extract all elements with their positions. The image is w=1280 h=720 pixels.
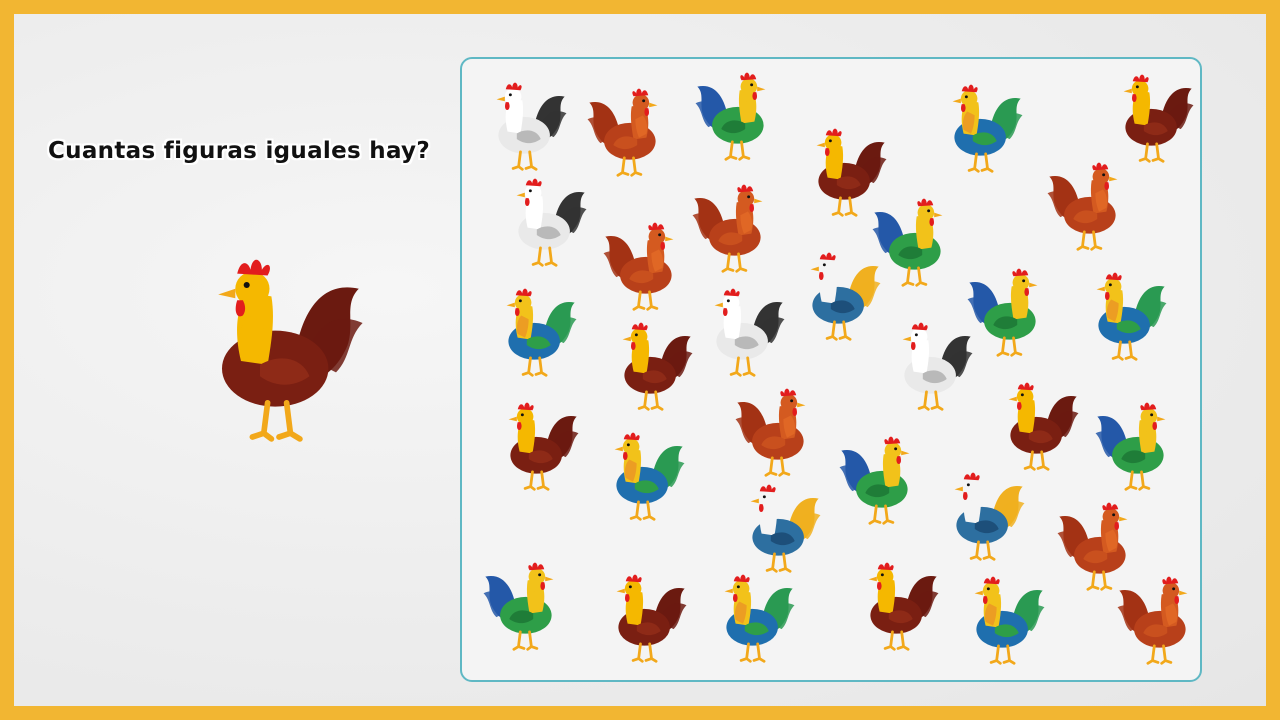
rooster-multi[interactable] [708, 567, 800, 671]
rooster-orange[interactable] [687, 177, 779, 281]
question-text: Cuantas figuras iguales hay? [48, 138, 430, 164]
rooster-blue[interactable] [938, 465, 1030, 569]
rooster-white[interactable] [500, 171, 592, 275]
rooster-blue[interactable] [794, 245, 886, 349]
rooster-multi[interactable] [490, 281, 582, 385]
rooster-multi[interactable] [958, 569, 1050, 673]
rooster-icon [184, 244, 374, 459]
rooster-brown[interactable] [600, 567, 692, 671]
rooster-brown[interactable] [992, 375, 1084, 479]
rooster-multi[interactable] [936, 77, 1028, 181]
rooster-orange[interactable] [582, 81, 674, 185]
rooster-white[interactable] [698, 281, 790, 385]
rooster-multi[interactable] [1080, 265, 1172, 369]
rooster-blue[interactable] [734, 477, 826, 581]
rooster-brown[interactable] [852, 555, 944, 659]
rooster-orange[interactable] [1112, 569, 1204, 673]
rooster-multi[interactable] [598, 425, 690, 529]
rooster-green[interactable] [690, 65, 782, 169]
rooster-green[interactable] [1090, 395, 1182, 499]
rooster-orange[interactable] [730, 381, 822, 485]
rooster-brown[interactable] [606, 315, 698, 419]
rooster-orange[interactable] [598, 215, 690, 319]
rooster-brown[interactable] [492, 395, 584, 499]
rooster-white[interactable] [480, 75, 572, 179]
target-rooster [184, 244, 374, 459]
rooster-green[interactable] [478, 555, 570, 659]
rooster-white[interactable] [886, 315, 978, 419]
rooster-grid-panel [460, 57, 1202, 682]
rooster-orange[interactable] [1042, 155, 1134, 259]
rooster-green[interactable] [834, 429, 926, 533]
